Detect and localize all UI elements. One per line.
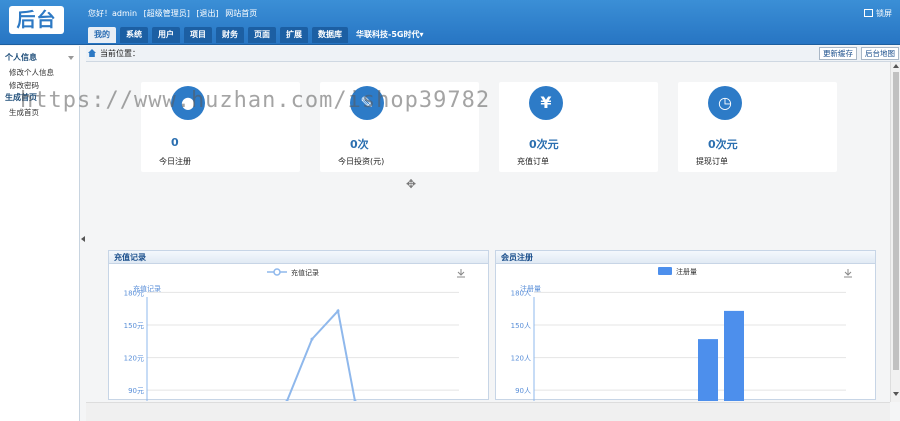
greeting: 您好！admin: [88, 9, 138, 18]
y-tick-label: 150人: [511, 322, 531, 330]
tab-system[interactable]: 系统: [120, 27, 148, 43]
watermark: https://www.huzhan.com/ishop39782: [20, 88, 491, 113]
data-point: [336, 309, 340, 313]
y-tick-label: 90元: [128, 387, 144, 395]
data-point: [310, 337, 314, 341]
y-tick-label: 120元: [124, 355, 144, 363]
stat-value: 0次元: [529, 138, 559, 151]
tab-users[interactable]: 用户: [152, 27, 180, 43]
user-info: 您好！admin [超级管理员] [退出] 网站首页: [88, 8, 261, 19]
series-line: [286, 308, 356, 401]
download-icon: [844, 269, 852, 278]
chart-panel-register: 会员注册 注册量 注册量 90人 120人 150人 180人: [495, 250, 876, 401]
tab-database[interactable]: 数据库: [312, 27, 348, 43]
chevron-down-icon: [68, 56, 74, 60]
lock-icon: [864, 9, 873, 17]
tab-extensions[interactable]: 扩展: [280, 27, 308, 43]
scroll-up-icon[interactable]: [893, 64, 899, 68]
clock-icon: ◷: [708, 86, 742, 120]
download-icon: [457, 269, 465, 278]
breadcrumb: 当前位置： 更新缓存 后台地图: [86, 46, 900, 62]
tab-mine[interactable]: 我的: [88, 27, 116, 43]
vertical-scrollbar[interactable]: [890, 62, 900, 402]
stat-label: 提现订单: [696, 157, 728, 166]
collapse-sidebar-icon[interactable]: [81, 236, 85, 242]
horizontal-scrollbar[interactable]: [86, 402, 890, 421]
breadcrumb-label: 当前位置：: [100, 49, 140, 58]
tab-brand-dropdown[interactable]: 华联科技-5G时代▾: [352, 27, 427, 43]
sidebar-item-edit-profile[interactable]: 修改个人信息: [0, 66, 79, 79]
scroll-down-icon[interactable]: [893, 392, 899, 396]
update-cache-button[interactable]: 更新缓存: [819, 47, 857, 60]
chart-panel-recharge: 充值记录 充值记录 充值记录 90元 120元 150元 180元: [108, 250, 489, 401]
bar: [724, 310, 744, 401]
stat-value: 0次元: [708, 138, 738, 151]
lock-screen-button[interactable]: 锁屏: [864, 8, 892, 19]
stat-label: 充值订单: [517, 157, 549, 166]
logo: 后台: [9, 6, 64, 34]
move-icon[interactable]: ✥: [406, 178, 418, 190]
panel-title: 会员注册: [496, 251, 875, 264]
stat-card-recharge: ¥ 0次元 充值订单: [499, 82, 658, 172]
legend-label: 注册量: [676, 267, 697, 276]
top-header: 后台 您好！admin [超级管理员] [退出] 网站首页 锁屏 我的 系统 用…: [0, 0, 900, 45]
lock-label: 锁屏: [876, 9, 892, 18]
admin-map-button[interactable]: 后台地图: [861, 47, 899, 60]
sidebar-section-personal[interactable]: 个人信息: [0, 52, 79, 66]
recharge-icon: ¥: [529, 86, 563, 120]
y-tick-label: 150元: [124, 322, 144, 330]
sidebar-section-label: 个人信息: [5, 53, 37, 62]
tab-finance[interactable]: 财务: [216, 27, 244, 43]
stat-card-withdraw: ◷ 0次元 提现订单: [678, 82, 837, 172]
y-tick-label: 90人: [515, 387, 531, 395]
bar: [698, 339, 718, 401]
home-icon: [88, 49, 96, 57]
panel-title: 充值记录: [109, 251, 488, 264]
tab-projects[interactable]: 项目: [184, 27, 212, 43]
legend-label: 充值记录: [291, 268, 319, 277]
nav-tabs: 我的 系统 用户 项目 财务 页面 扩展 数据库 华联科技-5G时代▾: [88, 27, 427, 43]
stat-label: 今日注册: [159, 157, 191, 166]
y-tick-label: 120人: [511, 355, 531, 363]
y-tick-label: 180人: [511, 289, 531, 297]
scroll-thumb[interactable]: [893, 72, 899, 370]
stat-value: 0: [171, 136, 179, 149]
site-home-link[interactable]: 网站首页: [225, 9, 257, 18]
legend-swatch: [658, 267, 672, 275]
legend-marker: [273, 268, 281, 276]
y-tick-label: 180元: [124, 289, 144, 297]
tab-pages[interactable]: 页面: [248, 27, 276, 43]
logout-link[interactable]: [退出]: [196, 9, 218, 18]
stat-value: 0次: [350, 138, 369, 151]
register-bar-chart: 注册量注册量90人120人150人180人: [511, 267, 852, 401]
recharge-line-chart: 充值记录充值记录90元120元150元180元: [124, 268, 465, 401]
role-label: [超级管理员]: [143, 9, 190, 18]
stat-label: 今日投资(元): [338, 157, 385, 166]
